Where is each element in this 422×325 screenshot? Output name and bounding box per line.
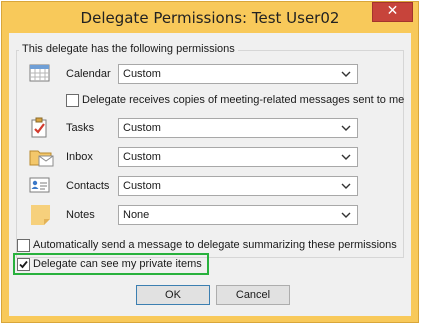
notes-permission-value: None bbox=[123, 209, 150, 221]
calendar-label: Calendar bbox=[66, 68, 111, 80]
contacts-permission-value: Custom bbox=[123, 180, 161, 192]
dialog-title: Delegate Permissions: Test User02 bbox=[80, 9, 340, 27]
meeting-copies-label: Delegate receives copies of meeting-rela… bbox=[82, 94, 405, 106]
permission-row-notes: Notes None bbox=[29, 204, 389, 226]
notes-label: Notes bbox=[66, 209, 95, 221]
auto-send-summary-checkbox[interactable] bbox=[17, 239, 30, 252]
private-items-label: Delegate can see my private items bbox=[33, 258, 202, 270]
chevron-down-icon bbox=[341, 183, 351, 189]
permission-row-inbox: Inbox Custom bbox=[29, 146, 389, 168]
close-button[interactable]: ✕ bbox=[372, 2, 413, 22]
chevron-down-icon bbox=[341, 71, 351, 77]
tasks-label: Tasks bbox=[66, 122, 95, 134]
permission-row-contacts: Contacts Custom bbox=[29, 175, 389, 197]
contacts-icon bbox=[29, 175, 55, 197]
permission-row-calendar: Calendar Custom bbox=[29, 63, 389, 85]
close-icon: ✕ bbox=[386, 3, 399, 19]
cancel-button[interactable]: Cancel bbox=[216, 285, 290, 305]
inbox-icon bbox=[29, 146, 55, 168]
inbox-label: Inbox bbox=[66, 151, 93, 163]
checkmark-icon bbox=[19, 260, 28, 269]
calendar-permission-select[interactable]: Custom bbox=[118, 64, 358, 84]
calendar-icon bbox=[29, 63, 55, 85]
chevron-down-icon bbox=[341, 154, 351, 160]
inbox-permission-select[interactable]: Custom bbox=[118, 147, 358, 167]
auto-send-summary-label: Automatically send a message to delegate… bbox=[33, 239, 397, 251]
permission-row-tasks: Tasks Custom bbox=[29, 117, 389, 139]
private-items-checkbox[interactable] bbox=[17, 258, 30, 271]
inbox-permission-value: Custom bbox=[123, 151, 161, 163]
contacts-permission-select[interactable]: Custom bbox=[118, 176, 358, 196]
contacts-label: Contacts bbox=[66, 180, 110, 192]
ok-button[interactable]: OK bbox=[136, 285, 210, 305]
dialog-body: This delegate has the following permissi… bbox=[9, 33, 411, 316]
tasks-icon bbox=[29, 117, 55, 139]
notes-permission-select[interactable]: None bbox=[118, 205, 358, 225]
meeting-copies-checkbox[interactable] bbox=[66, 94, 79, 107]
tasks-permission-value: Custom bbox=[123, 122, 161, 134]
chevron-down-icon bbox=[341, 212, 351, 218]
calendar-permission-value: Custom bbox=[123, 68, 161, 80]
notes-icon bbox=[29, 204, 55, 226]
permissions-group-label: This delegate has the following permissi… bbox=[19, 43, 238, 55]
delegate-permissions-dialog: Delegate Permissions: Test User02 ✕ This… bbox=[1, 1, 419, 323]
tasks-permission-select[interactable]: Custom bbox=[118, 118, 358, 138]
title-bar[interactable]: Delegate Permissions: Test User02 ✕ bbox=[2, 2, 418, 33]
chevron-down-icon bbox=[341, 125, 351, 131]
